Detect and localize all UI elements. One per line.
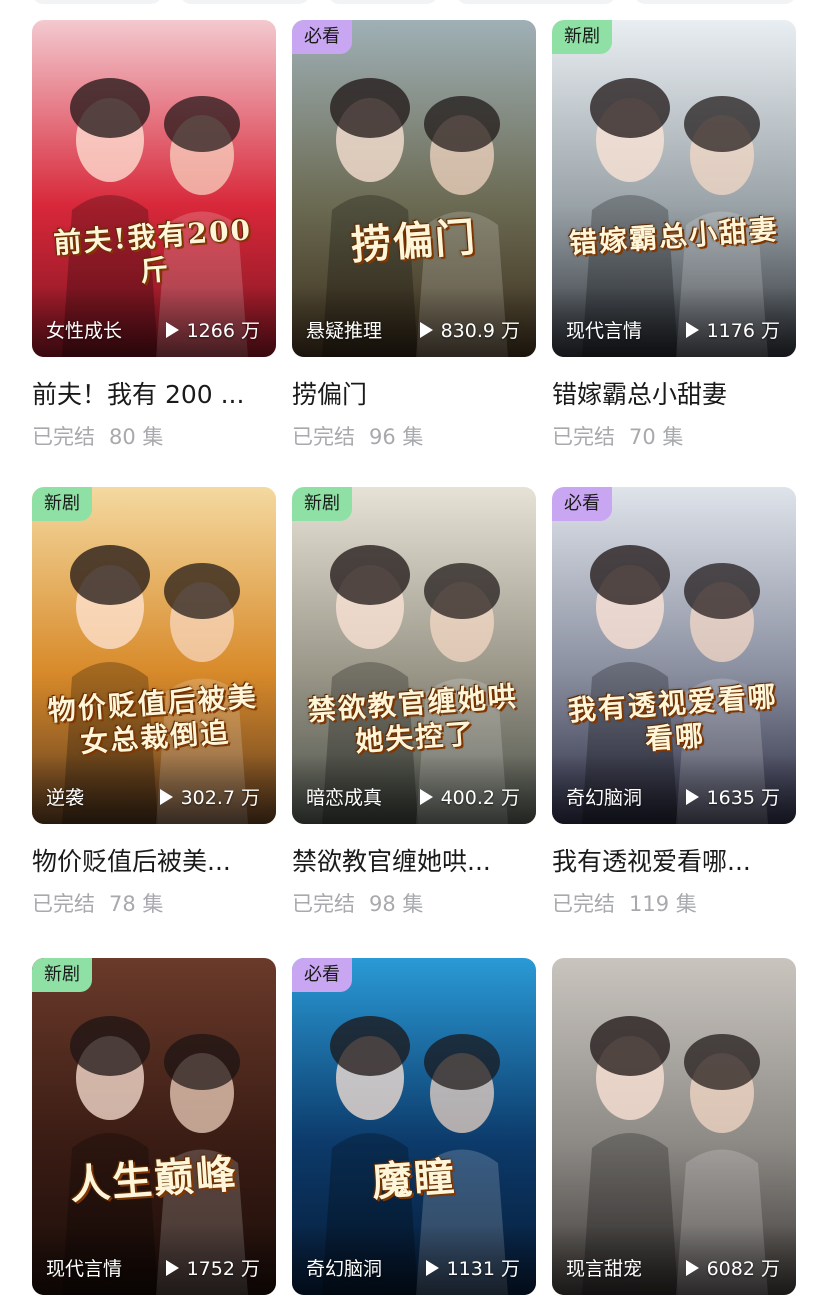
genre-label: 现言甜宠 bbox=[566, 1258, 643, 1280]
genre-label: 奇幻脑洞 bbox=[306, 1258, 383, 1280]
episode-count: 98 集 bbox=[369, 892, 424, 916]
drama-title[interactable]: 前夫！我有 200 ... bbox=[32, 379, 276, 411]
episode-count: 78 集 bbox=[109, 892, 164, 916]
view-count: 1266 万 bbox=[165, 316, 260, 343]
drama-title[interactable]: 物价贬值后被美... bbox=[32, 846, 276, 878]
play-icon bbox=[685, 321, 699, 338]
drama-card-6[interactable]: 我有透视爱看哪看哪 必看 奇幻脑洞 1635 万 我有透视爱看哪... 已完结 … bbox=[552, 487, 796, 918]
filter-chip[interactable] bbox=[456, 0, 616, 4]
genre-label: 逆袭 bbox=[46, 787, 85, 809]
genre-label: 现代言情 bbox=[566, 320, 643, 342]
view-count: 1176 万 bbox=[685, 316, 780, 343]
genre-label: 女性成长 bbox=[46, 320, 123, 342]
play-icon bbox=[685, 788, 699, 805]
drama-meta: 已完结 98 集 bbox=[292, 888, 536, 918]
drama-poster[interactable]: 捞偏门 必看 悬疑推理 830.9 万 bbox=[292, 20, 536, 357]
view-count-value: 1131 万 bbox=[446, 1258, 520, 1280]
view-count: 400.2 万 bbox=[419, 783, 520, 810]
view-count: 302.7 万 bbox=[159, 783, 260, 810]
view-count: 1752 万 bbox=[165, 1254, 260, 1281]
episode-count: 70 集 bbox=[629, 425, 684, 449]
view-count: 1635 万 bbox=[685, 783, 780, 810]
genre-label: 暗恋成真 bbox=[306, 787, 383, 809]
view-count-value: 1752 万 bbox=[186, 1258, 260, 1280]
drama-title[interactable]: 错嫁霸总小甜妻 bbox=[552, 379, 796, 411]
drama-meta: 已完结 70 集 bbox=[552, 421, 796, 451]
drama-card-9[interactable]: 现言甜宠 6082 万 bbox=[552, 958, 796, 1307]
play-icon bbox=[685, 1259, 699, 1276]
view-count: 6082 万 bbox=[685, 1254, 780, 1281]
status-badge: 必看 bbox=[292, 20, 352, 54]
drama-meta: 已完结 80 集 bbox=[32, 421, 276, 451]
drama-poster[interactable]: 前夫!我有200斤 女性成长 1266 万 bbox=[32, 20, 276, 357]
drama-card-2[interactable]: 捞偏门 必看 悬疑推理 830.9 万 捞偏门 已完结 96 集 bbox=[292, 20, 536, 451]
status-badge: 新剧 bbox=[552, 20, 612, 54]
drama-poster[interactable]: 禁欲教官缠她哄她失控了 新剧 暗恋成真 400.2 万 bbox=[292, 487, 536, 824]
drama-poster[interactable]: 现言甜宠 6082 万 bbox=[552, 958, 796, 1295]
view-count-value: 1635 万 bbox=[706, 787, 780, 809]
drama-card-8[interactable]: 魔瞳 必看 奇幻脑洞 1131 万 bbox=[292, 958, 536, 1307]
genre-label: 悬疑推理 bbox=[306, 320, 383, 342]
drama-title[interactable]: 禁欲教官缠她哄... bbox=[292, 846, 536, 878]
filter-chip[interactable] bbox=[634, 0, 796, 4]
completion-status: 已完结 bbox=[32, 425, 95, 449]
filter-chip[interactable] bbox=[180, 0, 310, 4]
status-badge: 新剧 bbox=[32, 958, 92, 992]
drama-card-4[interactable]: 物价贬值后被美女总裁倒追 新剧 逆袭 302.7 万 物价贬值后被美... 已完… bbox=[32, 487, 276, 918]
completion-status: 已完结 bbox=[552, 425, 615, 449]
episode-count: 80 集 bbox=[109, 425, 164, 449]
play-icon bbox=[165, 1259, 179, 1276]
view-count-value: 400.2 万 bbox=[440, 787, 520, 809]
drama-meta: 已完结 96 集 bbox=[292, 421, 536, 451]
status-badge: 必看 bbox=[292, 958, 352, 992]
drama-poster[interactable]: 魔瞳 必看 奇幻脑洞 1131 万 bbox=[292, 958, 536, 1295]
episode-count: 119 集 bbox=[629, 892, 697, 916]
drama-card-5[interactable]: 禁欲教官缠她哄她失控了 新剧 暗恋成真 400.2 万 禁欲教官缠她哄... 已… bbox=[292, 487, 536, 918]
drama-meta: 已完结 78 集 bbox=[32, 888, 276, 918]
play-icon bbox=[419, 321, 433, 338]
drama-poster[interactable]: 物价贬值后被美女总裁倒追 新剧 逆袭 302.7 万 bbox=[32, 487, 276, 824]
genre-label: 奇幻脑洞 bbox=[566, 787, 643, 809]
play-icon bbox=[165, 321, 179, 338]
drama-poster[interactable]: 人生巅峰 新剧 现代言情 1752 万 bbox=[32, 958, 276, 1295]
drama-poster[interactable]: 错嫁霸总小甜妻 新剧 现代言情 1176 万 bbox=[552, 20, 796, 357]
genre-label: 现代言情 bbox=[46, 1258, 123, 1280]
completion-status: 已完结 bbox=[292, 892, 355, 916]
play-icon bbox=[425, 1259, 439, 1276]
episode-count: 96 集 bbox=[369, 425, 424, 449]
view-count: 830.9 万 bbox=[419, 316, 520, 343]
drama-card-3[interactable]: 错嫁霸总小甜妻 新剧 现代言情 1176 万 错嫁霸总小甜妻 已完结 70 集 bbox=[552, 20, 796, 451]
view-count-value: 6082 万 bbox=[706, 1258, 780, 1280]
filter-chip[interactable] bbox=[32, 0, 162, 4]
play-icon bbox=[419, 788, 433, 805]
completion-status: 已完结 bbox=[292, 425, 355, 449]
status-badge: 新剧 bbox=[32, 487, 92, 521]
view-count-value: 1266 万 bbox=[186, 320, 260, 342]
drama-poster[interactable]: 我有透视爱看哪看哪 必看 奇幻脑洞 1635 万 bbox=[552, 487, 796, 824]
view-count: 1131 万 bbox=[425, 1254, 520, 1281]
view-count-value: 302.7 万 bbox=[180, 787, 260, 809]
view-count-value: 1176 万 bbox=[706, 320, 780, 342]
completion-status: 已完结 bbox=[32, 892, 95, 916]
status-badge: 新剧 bbox=[292, 487, 352, 521]
status-badge: 必看 bbox=[552, 487, 612, 521]
drama-card-7[interactable]: 人生巅峰 新剧 现代言情 1752 万 bbox=[32, 958, 276, 1307]
view-count-value: 830.9 万 bbox=[440, 320, 520, 342]
filter-chip-row bbox=[0, 0, 828, 6]
completion-status: 已完结 bbox=[552, 892, 615, 916]
drama-title[interactable]: 捞偏门 bbox=[292, 379, 536, 411]
drama-meta: 已完结 119 集 bbox=[552, 888, 796, 918]
drama-title[interactable]: 我有透视爱看哪... bbox=[552, 846, 796, 878]
filter-chip[interactable] bbox=[328, 0, 438, 4]
play-icon bbox=[159, 788, 173, 805]
drama-card-1[interactable]: 前夫!我有200斤 女性成长 1266 万 前夫！我有 200 ... 已完结 … bbox=[32, 20, 276, 451]
